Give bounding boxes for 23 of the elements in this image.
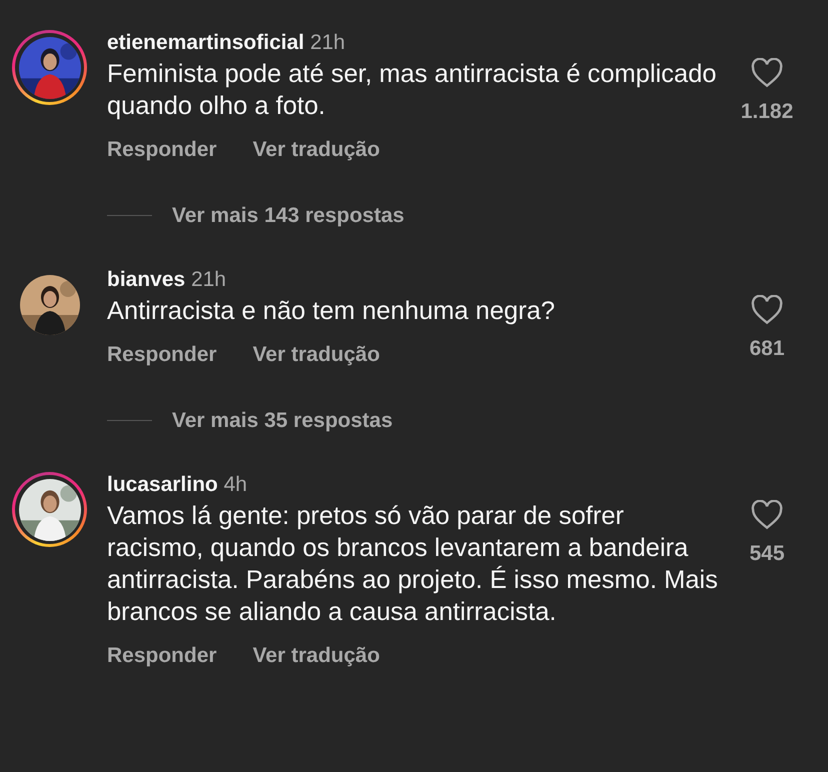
timestamp: 21h — [191, 268, 226, 291]
timestamp: 21h — [310, 31, 346, 54]
like-heart-icon[interactable] — [751, 500, 783, 530]
comment-text: Vamos lá gente: pretos só vão parar de sofrer racismo, quando os brancos levantarem a bandeira antirracista. Parabéns ao projeto. É isso mesmo. Mais brancos se aliando a causa antirracista. — [107, 501, 719, 628]
username[interactable]: lucasarlino — [107, 473, 218, 496]
comment-text: Feminista pode até ser, mas antirracista é complicado quando olho a foto. — [107, 59, 718, 122]
reply-button[interactable]: Responder — [107, 134, 217, 166]
view-replies-link[interactable]: Ver mais 143 respostas — [172, 200, 404, 231]
like-heart-icon[interactable] — [751, 58, 783, 88]
reply-button[interactable]: Responder — [107, 339, 217, 370]
like-count: 1.182 — [740, 99, 794, 125]
translate-button[interactable]: Ver tradução — [252, 134, 380, 166]
translate-button[interactable]: Ver tradução — [252, 640, 380, 672]
like-count: 681 — [749, 336, 785, 362]
username[interactable]: etienemartinsoficial — [107, 31, 304, 54]
timestamp: 4h — [224, 473, 248, 496]
comment-text: Antirracista e não tem nenhuma negra? — [107, 296, 556, 327]
like-heart-icon[interactable] — [751, 295, 783, 325]
reply-button[interactable]: Responder — [107, 640, 217, 672]
view-replies-link[interactable]: Ver mais 35 respostas — [172, 404, 393, 436]
username[interactable]: bianves — [107, 268, 186, 291]
like-count: 545 — [749, 541, 785, 567]
translate-button[interactable]: Ver tradução — [252, 339, 380, 370]
